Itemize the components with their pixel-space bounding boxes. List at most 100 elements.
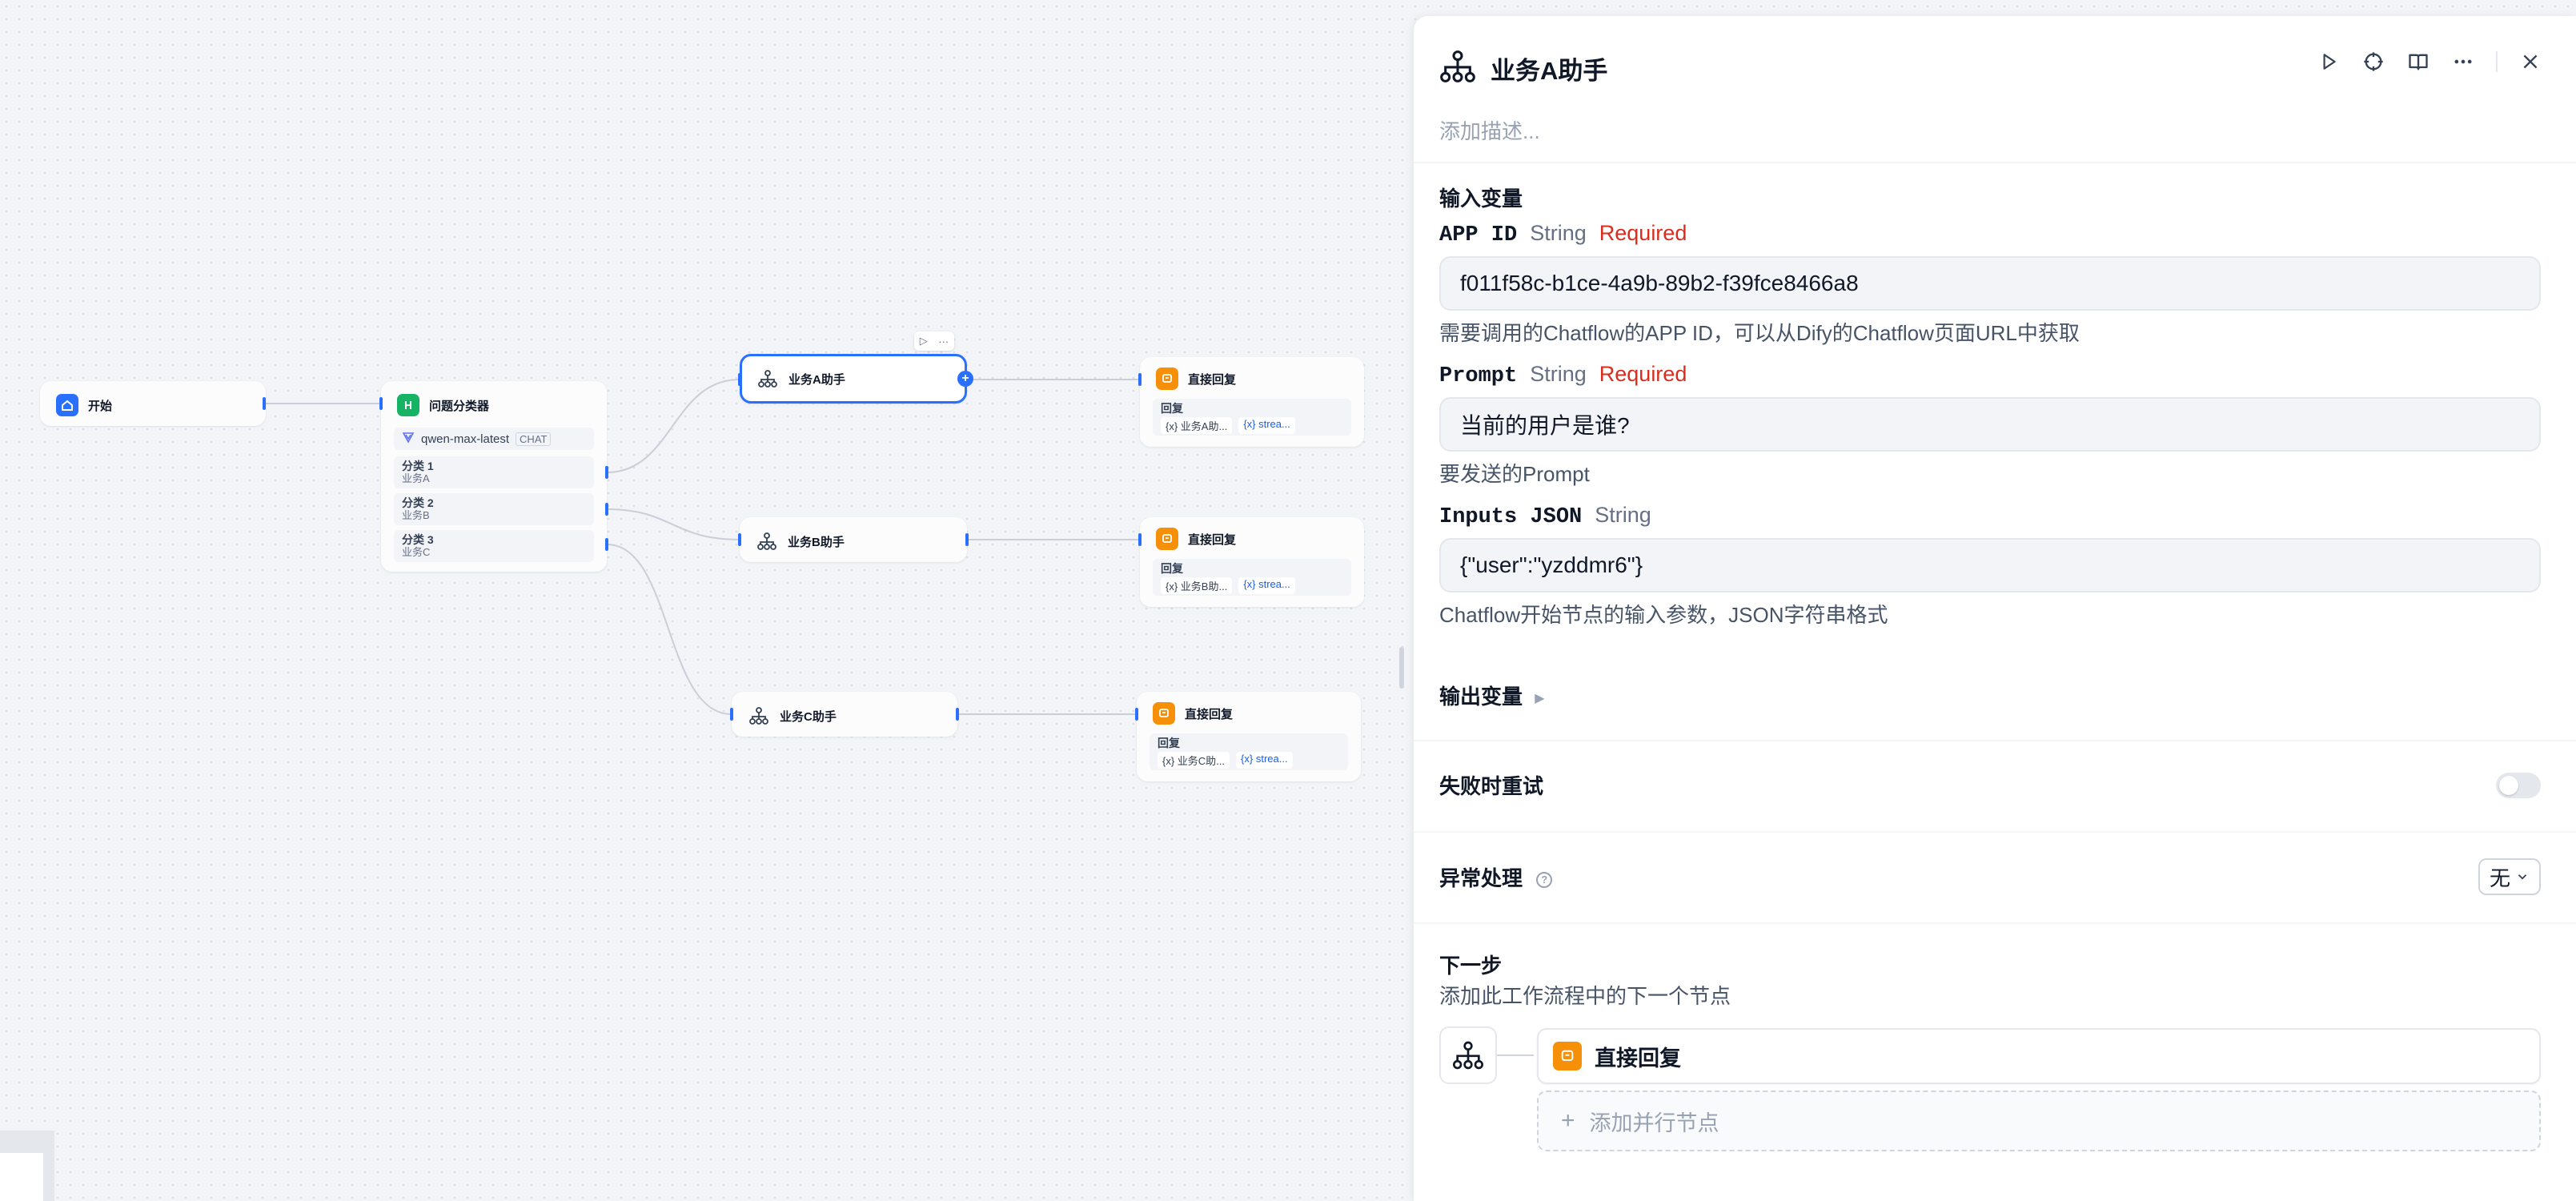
node-quick-tools[interactable]: ▷ ··· — [914, 331, 954, 351]
output-variables-toggle[interactable]: 输出变量 ▶ — [1439, 681, 1545, 710]
agent-b-source-handle[interactable] — [965, 533, 969, 546]
field-type: String — [1530, 221, 1587, 245]
class-title: 分类 2 — [402, 496, 434, 509]
prompt-input[interactable]: 当前的用户是谁? — [1439, 397, 2541, 452]
divider — [1414, 162, 2576, 163]
node-title: 直接回复 — [1188, 372, 1237, 387]
class-item: 分类 2 业务B — [394, 493, 594, 525]
panel-actions — [2317, 50, 2542, 74]
close-icon[interactable] — [2518, 50, 2542, 74]
reply-content: 回复 {x} 业务A助... {x} strea... — [1153, 399, 1351, 436]
more-icon[interactable]: ··· — [938, 335, 949, 347]
agent-b-node[interactable]: 业务B助手 — [740, 517, 967, 562]
model-icon — [402, 431, 415, 447]
model-type-badge: CHAT — [516, 432, 552, 446]
agent-c-source-handle[interactable] — [956, 708, 959, 721]
add-parallel-label: 添加并行节点 — [1589, 1111, 1719, 1135]
node-title: 直接回复 — [1185, 707, 1234, 721]
reply-c-node[interactable]: 直接回复 回复 {x} 业务C助... {x} strea... — [1137, 692, 1361, 781]
variable-chip: {x} 业务C助... — [1158, 752, 1230, 769]
panel-header: 业务A助手 — [1439, 48, 1607, 89]
help-icon[interactable]: ? — [1536, 871, 1553, 888]
edge-classifier-agent-b — [606, 508, 740, 540]
panel-resize-handle[interactable] — [1399, 647, 1404, 689]
class-title: 分类 3 — [402, 533, 434, 546]
reply-a-node[interactable]: 直接回复 回复 {x} 业务A助... {x} strea... — [1140, 357, 1364, 447]
output-variables-title: 输出变量 — [1439, 685, 1523, 709]
reply-icon — [1156, 528, 1178, 550]
field-hint: 需要调用的Chatflow的APP ID，可以从Dify的Chatflow页面U… — [1439, 321, 2080, 345]
model-name: qwen-max-latest — [421, 432, 510, 446]
field-label-app-id: APP ID String Required — [1439, 221, 1687, 247]
required-badge: Required — [1599, 362, 1687, 386]
classifier-icon — [397, 394, 419, 416]
class-3-source-handle[interactable] — [605, 538, 608, 551]
inputs-json-input[interactable]: {"user":"yzddmr6"} — [1439, 538, 2541, 592]
reply-a-target-handle[interactable] — [1138, 373, 1142, 386]
plus-icon: + — [1561, 1107, 1575, 1134]
reply-c-target-handle[interactable] — [1135, 708, 1138, 721]
model-selector[interactable]: qwen-max-latest CHAT — [394, 428, 594, 450]
class-topic: 业务A — [402, 472, 430, 484]
workflow-tool-icon — [748, 705, 770, 727]
node-title: 直接回复 — [1188, 532, 1237, 547]
description-input[interactable]: 添加描述... — [1439, 115, 1540, 145]
edge-classifier-agent-a — [606, 379, 740, 473]
node-title: 业务A助手 — [788, 372, 845, 387]
field-type: String — [1530, 362, 1587, 386]
caret-right-icon: ▶ — [1535, 692, 1545, 706]
reply-b-node[interactable]: 直接回复 回复 {x} 业务B助... {x} strea... — [1140, 517, 1364, 607]
panel-title[interactable]: 业务A助手 — [1491, 50, 1607, 86]
workflow-tool-icon — [1453, 1041, 1483, 1070]
connector-line — [1497, 1054, 1534, 1056]
agent-b-target-handle[interactable] — [738, 533, 741, 546]
toggle-knob — [2499, 775, 2518, 795]
reply-icon — [1553, 1042, 1582, 1070]
minimap-viewport[interactable] — [0, 1153, 43, 1201]
agent-c-target-handle[interactable] — [730, 708, 733, 721]
next-step-description: 添加此工作流程中的下一个节点 — [1439, 984, 1731, 1008]
run-icon[interactable]: ▷ — [920, 335, 928, 347]
classifier-target-handle[interactable] — [379, 397, 383, 410]
run-icon[interactable] — [2317, 50, 2341, 74]
node-title: 业务B助手 — [788, 535, 845, 549]
reply-content: 回复 {x} 业务B助... {x} strea... — [1153, 559, 1351, 596]
reply-b-target-handle[interactable] — [1138, 533, 1142, 546]
agent-c-node[interactable]: 业务C助手 — [732, 692, 957, 737]
class-topic: 业务C — [402, 546, 431, 558]
next-step-title: 下一步 — [1439, 954, 1503, 978]
more-icon[interactable] — [2451, 50, 2475, 74]
field-type: String — [1595, 503, 1651, 527]
reply-label: 回复 — [1161, 562, 1183, 575]
reply-label: 回复 — [1161, 402, 1183, 415]
node-title: 问题分类器 — [429, 399, 490, 413]
class-2-source-handle[interactable] — [605, 503, 608, 516]
reply-icon — [1153, 702, 1175, 725]
next-node-direct-reply[interactable]: 直接回复 — [1537, 1028, 2541, 1084]
field-hint: 要发送的Prompt — [1439, 462, 1590, 486]
class-item: 分类 1 业务A — [394, 456, 594, 488]
agent-a-target-handle[interactable] — [738, 373, 741, 386]
start-node[interactable]: 开始 — [40, 381, 266, 426]
agent-a-node[interactable]: 业务A助手 — [740, 354, 967, 404]
error-handling-label: 异常处理 — [1439, 866, 1523, 890]
variable-chip: {x} strea... — [1238, 577, 1295, 594]
class-1-source-handle[interactable] — [605, 466, 608, 479]
divider — [1414, 740, 2576, 741]
question-classifier-node[interactable]: 问题分类器 qwen-max-latest CHAT 分类 1 业务A 分类 2… — [381, 381, 607, 572]
app-id-input[interactable]: f011f58c-b1ce-4a9b-89b2-f39fce8466a8 — [1439, 256, 2541, 311]
field-name: APP ID — [1439, 223, 1518, 247]
next-node-label: 直接回复 — [1595, 1046, 1681, 1070]
error-handling-select[interactable]: 无 — [2478, 858, 2541, 895]
book-icon[interactable] — [2406, 50, 2430, 74]
retry-toggle[interactable] — [2496, 772, 2541, 798]
reply-content: 回复 {x} 业务C助... {x} strea... — [1150, 733, 1348, 770]
workflow-tool-icon — [756, 530, 778, 552]
variable-chip: {x} strea... — [1236, 752, 1293, 769]
chevron-down-icon — [2518, 874, 2527, 880]
locate-icon[interactable] — [2361, 50, 2385, 74]
divider — [1414, 831, 2576, 833]
add-parallel-node-button[interactable]: + 添加并行节点 — [1537, 1091, 2541, 1151]
start-source-handle[interactable] — [263, 397, 266, 410]
add-next-node-icon[interactable]: + — [957, 371, 973, 387]
